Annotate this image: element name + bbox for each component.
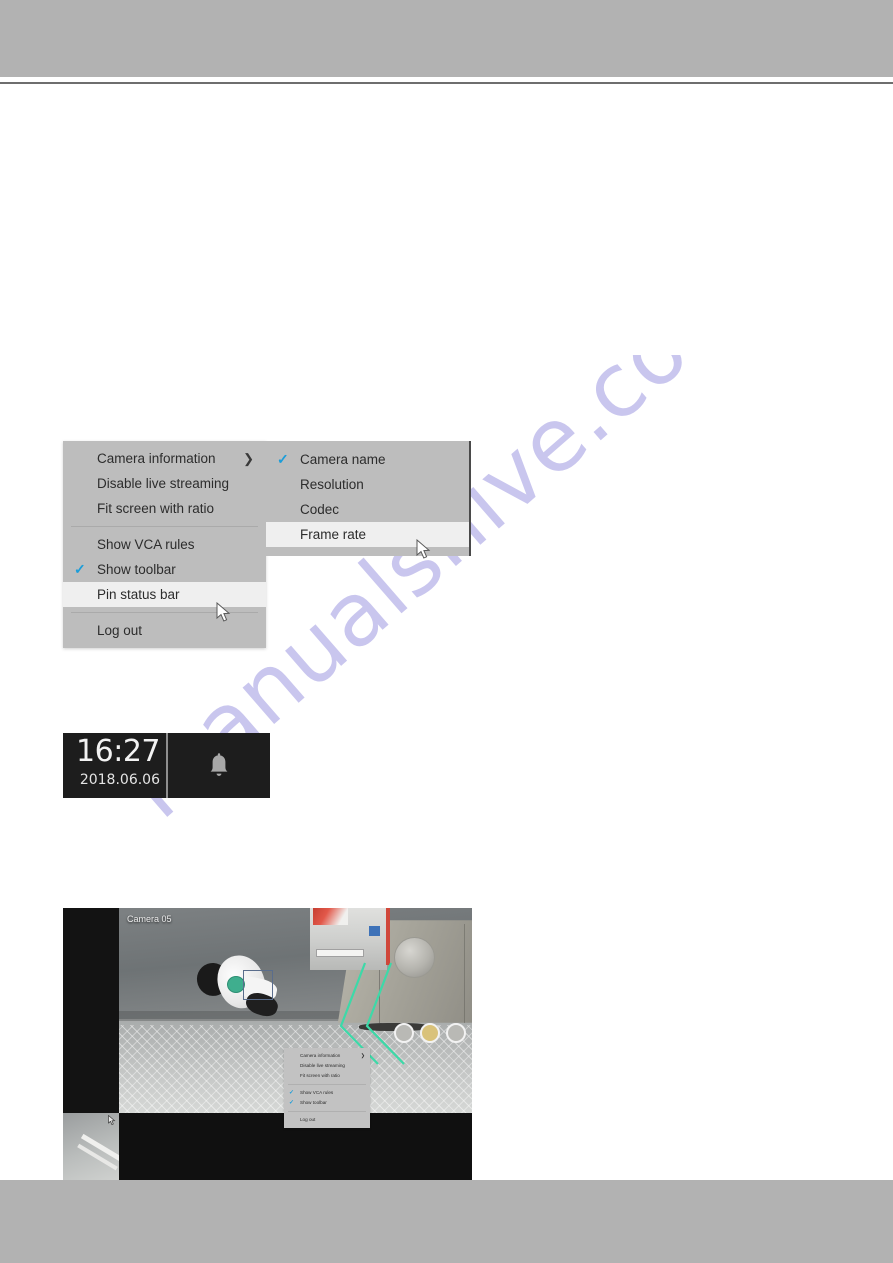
context-menu-group-1: Camera information ❯ Disable live stream… xyxy=(63,441,266,526)
scene-floor-markers xyxy=(394,1022,472,1044)
scene-wall-seam-2 xyxy=(463,924,465,1023)
context-menu-group-2: Show VCA rules ✓ Show toolbar Pin status… xyxy=(63,527,266,612)
overlay-menu-item-label: Camera information xyxy=(300,1053,341,1058)
scene-vending-machine xyxy=(309,908,390,970)
camera-name-overlay: Camera 05 xyxy=(127,914,172,924)
submenu-item-label: Codec xyxy=(300,502,340,517)
menu-item-label: Show toolbar xyxy=(97,562,176,577)
menu-item-fit-screen-with-ratio[interactable]: Fit screen with ratio xyxy=(63,496,266,521)
mouse-cursor-thumbnail xyxy=(108,1115,116,1125)
context-menu-group-3: Log out xyxy=(63,613,266,648)
menu-item-log-out[interactable]: Log out xyxy=(63,618,266,643)
vca-detection-box xyxy=(242,969,273,1001)
submenu-item-label: Camera name xyxy=(300,452,386,467)
overlay-menu-item-label: Log out xyxy=(300,1117,316,1122)
submenu-item-camera-name[interactable]: ✓ Camera name xyxy=(266,447,469,472)
menu-item-label: Pin status bar xyxy=(97,587,180,602)
camera-live-view-panel[interactable]: Camera 05 xyxy=(63,908,472,1180)
menu-item-label: Log out xyxy=(97,623,143,638)
clock-widget: 16:27 2018.06.06 xyxy=(63,733,168,798)
camera-information-submenu[interactable]: ✓ Camera name Resolution Codec Frame rat… xyxy=(266,441,471,556)
alarm-button[interactable] xyxy=(168,733,270,798)
overlay-menu-item-disable-live-streaming[interactable]: Disable live streaming xyxy=(284,1061,370,1071)
scene-marker xyxy=(420,1022,441,1043)
scene-marker xyxy=(394,1022,415,1043)
chevron-right-icon: ❯ xyxy=(243,451,254,466)
submenu-item-resolution[interactable]: Resolution xyxy=(266,472,469,497)
submenu-item-frame-rate[interactable]: Frame rate xyxy=(266,522,469,547)
menu-item-label: Camera information xyxy=(97,451,216,466)
menu-item-pin-status-bar[interactable]: Pin status bar xyxy=(63,582,266,607)
clock-date: 2018.06.06 xyxy=(79,772,160,788)
checkmark-icon: ✓ xyxy=(289,1090,295,1096)
page-header-rule xyxy=(0,82,893,84)
overlay-menu-item-label: Show VCA rules xyxy=(300,1090,334,1095)
menu-item-show-vca-rules[interactable]: Show VCA rules xyxy=(63,532,266,557)
overlay-menu-item-label: Show toolbar xyxy=(300,1100,327,1105)
menu-item-disable-live-streaming[interactable]: Disable live streaming xyxy=(63,471,266,496)
submenu-item-codec[interactable]: Codec xyxy=(266,497,469,522)
overlay-menu-group-1: Camera information ❯ Disable live stream… xyxy=(284,1048,370,1084)
overlay-menu-item-log-out[interactable]: Log out xyxy=(284,1115,370,1125)
overlay-menu-item-fit-screen-with-ratio[interactable]: Fit screen with ratio xyxy=(284,1071,370,1081)
overlay-menu-item-camera-information[interactable]: Camera information ❯ xyxy=(284,1051,370,1061)
scene-vending-panel xyxy=(312,908,349,925)
bell-icon xyxy=(210,752,228,776)
scene-trash-bin xyxy=(394,936,436,978)
checkmark-icon: ✓ xyxy=(74,561,86,577)
overlay-menu-item-label: Fit screen with ratio xyxy=(300,1073,340,1078)
scene-marker xyxy=(446,1022,467,1043)
chevron-right-icon: ❯ xyxy=(360,1053,365,1059)
scene-red-pole xyxy=(385,908,391,966)
menu-item-show-toolbar[interactable]: ✓ Show toolbar xyxy=(63,557,266,582)
overlay-menu-item-show-vca-rules[interactable]: ✓ Show VCA rules xyxy=(284,1088,370,1098)
checkmark-icon: ✓ xyxy=(289,1100,295,1106)
submenu-item-label: Frame rate xyxy=(300,527,367,542)
overlay-menu-item-show-toolbar[interactable]: ✓ Show toolbar xyxy=(284,1098,370,1108)
overlay-menu-group-2: ✓ Show VCA rules ✓ Show toolbar xyxy=(284,1085,370,1111)
menu-item-label: Fit screen with ratio xyxy=(97,501,215,516)
menu-item-camera-information[interactable]: Camera information ❯ xyxy=(63,446,266,471)
menu-item-label: Disable live streaming xyxy=(97,476,230,491)
scene-vending-badge xyxy=(368,926,380,937)
clock-time: 16:27 xyxy=(76,734,160,769)
scene-vending-slot xyxy=(315,949,365,957)
submenu-item-label: Resolution xyxy=(300,477,364,492)
camera-thumbnail-tile[interactable] xyxy=(63,1113,119,1180)
letterbox-left xyxy=(63,908,119,1113)
submenu-bottom-padding xyxy=(266,547,469,556)
page-header-band xyxy=(0,0,893,77)
overlay-menu-group-3: Log out xyxy=(284,1112,370,1128)
checkmark-icon: ✓ xyxy=(277,451,289,467)
overlay-menu-item-label: Disable live streaming xyxy=(300,1063,345,1068)
menu-item-label: Show VCA rules xyxy=(97,537,195,552)
page-footer-band xyxy=(0,1180,893,1263)
camera-overlay-context-menu[interactable]: Camera information ❯ Disable live stream… xyxy=(284,1048,370,1128)
status-bar: 16:27 2018.06.06 xyxy=(63,733,270,798)
context-menu[interactable]: Camera information ❯ Disable live stream… xyxy=(63,441,266,648)
